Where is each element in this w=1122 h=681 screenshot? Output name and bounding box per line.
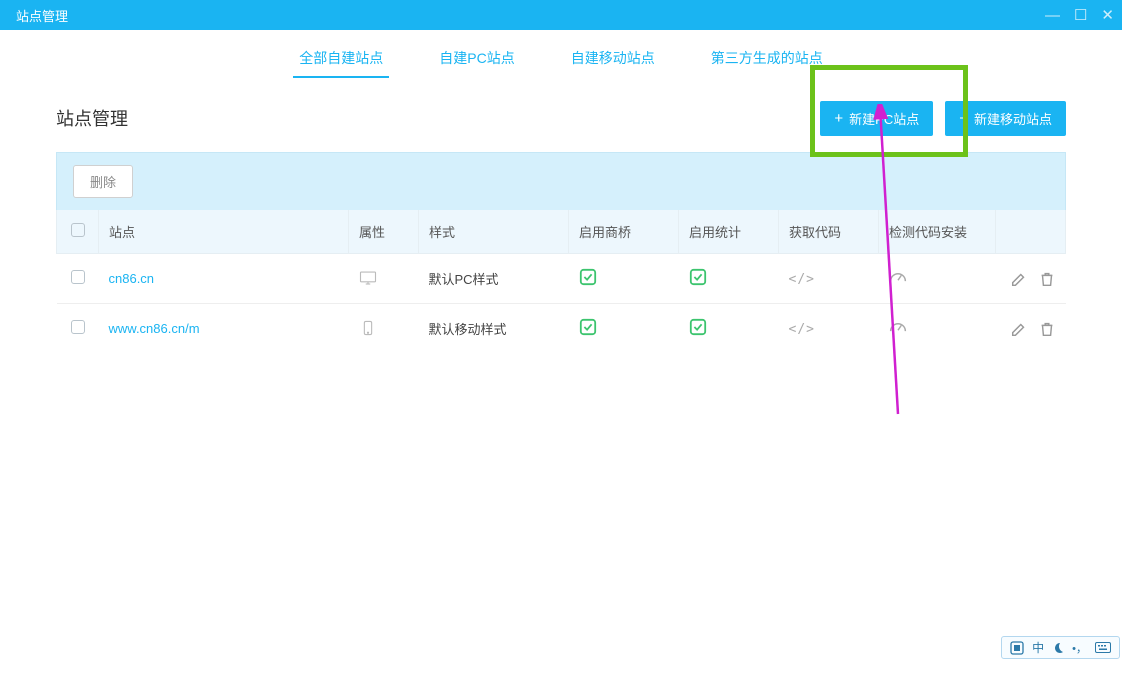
ime-logo-icon — [1010, 641, 1024, 655]
row-checkbox[interactable] — [71, 270, 85, 284]
gauge-icon[interactable] — [889, 268, 907, 286]
edit-icon[interactable] — [1010, 270, 1028, 288]
row-checkbox[interactable] — [71, 320, 85, 334]
code-icon[interactable]: </> — [789, 272, 815, 287]
page-header: 站点管理 + 新建PC站点 + 新建移动站点 — [56, 94, 1066, 142]
tab-third-party-sites[interactable]: 第三方生成的站点 — [711, 48, 823, 78]
toolbar: 删除 — [56, 152, 1066, 210]
th-site: 站点 — [99, 210, 349, 254]
code-icon[interactable]: </> — [789, 322, 815, 337]
new-pc-site-label: 新建PC站点 — [849, 109, 919, 128]
tab-mobile-sites[interactable]: 自建移动站点 — [571, 48, 655, 78]
site-link[interactable]: www.cn86.cn/m — [109, 321, 200, 336]
table-row: www.cn86.cn/m 默认移动样式 </> — [57, 304, 1066, 354]
edit-icon[interactable] — [1010, 320, 1028, 338]
mobile-icon — [359, 319, 377, 337]
page-title: 站点管理 — [56, 105, 128, 131]
moon-icon[interactable] — [1052, 642, 1064, 654]
delete-icon[interactable] — [1038, 320, 1056, 338]
check-icon[interactable] — [579, 318, 597, 336]
tabs: 全部自建站点 自建PC站点 自建移动站点 第三方生成的站点 — [0, 30, 1122, 78]
new-mobile-site-label: 新建移动站点 — [974, 109, 1052, 128]
check-icon[interactable] — [689, 268, 707, 286]
th-stats: 启用统计 — [679, 210, 779, 254]
gauge-icon[interactable] — [889, 318, 907, 336]
plus-icon: + — [834, 111, 843, 126]
th-style: 样式 — [419, 210, 569, 254]
th-check: 检测代码安装 — [879, 210, 996, 254]
select-all-checkbox[interactable] — [71, 223, 85, 237]
th-attr: 属性 — [349, 210, 419, 254]
th-code: 获取代码 — [779, 210, 879, 254]
maximize-icon[interactable]: ☐ — [1074, 8, 1087, 23]
tab-pc-sites[interactable]: 自建PC站点 — [439, 48, 514, 78]
close-icon[interactable]: ✕ — [1101, 8, 1114, 23]
ime-punct[interactable]: •， — [1072, 640, 1087, 656]
style-cell: 默认移动样式 — [419, 304, 569, 354]
desktop-icon — [359, 269, 377, 287]
table-row: cn86.cn 默认PC样式 </> — [57, 254, 1066, 304]
sites-table: 站点 属性 样式 启用商桥 启用统计 获取代码 检测代码安装 cn86.cn 默… — [56, 210, 1066, 353]
action-buttons: + 新建PC站点 + 新建移动站点 — [820, 101, 1066, 136]
style-cell: 默认PC样式 — [419, 254, 569, 304]
tab-all-sites[interactable]: 全部自建站点 — [299, 48, 383, 78]
titlebar: 站点管理 — ☐ ✕ — [0, 0, 1122, 30]
th-bridge: 启用商桥 — [569, 210, 679, 254]
window-title: 站点管理 — [16, 6, 68, 25]
delete-icon[interactable] — [1038, 270, 1056, 288]
check-icon[interactable] — [689, 318, 707, 336]
delete-button[interactable]: 删除 — [73, 165, 133, 198]
ime-toolbar[interactable]: 中 •， — [1001, 636, 1120, 659]
new-mobile-site-button[interactable]: + 新建移动站点 — [945, 101, 1066, 136]
window-controls: — ☐ ✕ — [1045, 8, 1114, 23]
ime-zhong[interactable]: 中 — [1032, 639, 1044, 656]
new-pc-site-button[interactable]: + 新建PC站点 — [820, 101, 933, 136]
plus-icon: + — [959, 111, 968, 126]
check-icon[interactable] — [579, 268, 597, 286]
minimize-icon[interactable]: — — [1045, 8, 1060, 23]
keyboard-icon[interactable] — [1095, 642, 1111, 653]
site-link[interactable]: cn86.cn — [109, 271, 155, 286]
content: 站点管理 + 新建PC站点 + 新建移动站点 删除 站点 属性 样式 启用商桥 … — [0, 78, 1122, 353]
